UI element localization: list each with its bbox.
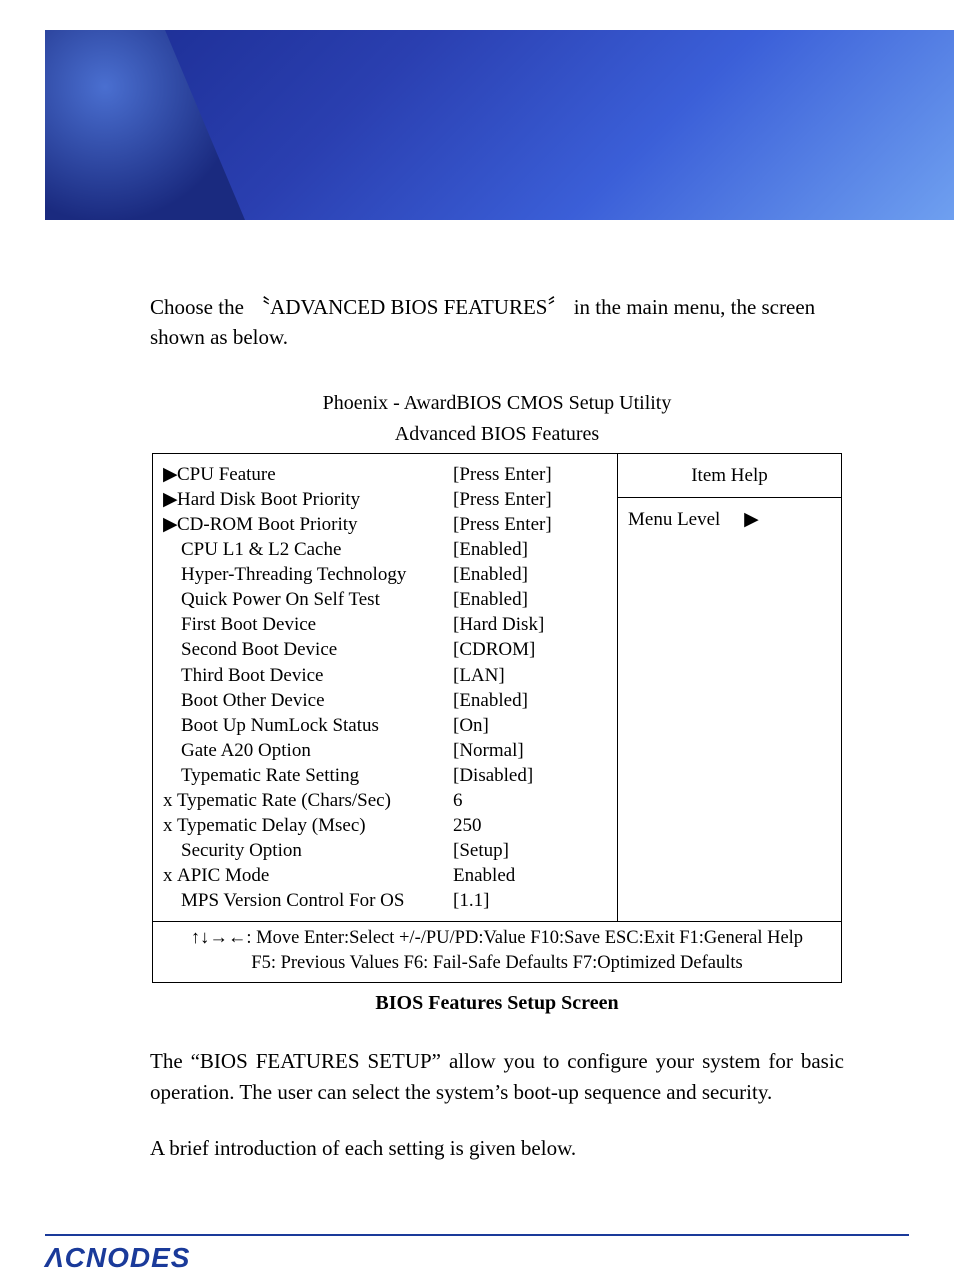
bios-row-value: [Enabled] (453, 688, 613, 713)
bios-row-label: x Typematic Delay (Msec) (163, 813, 443, 838)
setting-label: Boot Other Device (181, 690, 325, 711)
bios-row-value: [On] (453, 713, 613, 738)
setting-label: Third Boot Device (181, 665, 323, 686)
item-help-heading: Item Help (618, 454, 841, 499)
bios-subtitle: Advanced BIOS Features (150, 420, 844, 449)
setting-label: CPU Feature (177, 464, 276, 485)
setting-label: Gate A20 Option (181, 740, 311, 761)
bios-row-value: 6 (453, 788, 613, 813)
item-help-body: Menu Level ▶ (618, 498, 841, 542)
bios-row-label: ▶ CD-ROM Boot Priority (163, 512, 443, 537)
setting-label: CPU L1 & L2 Cache (181, 539, 341, 560)
bios-row-label: x APIC Mode (163, 863, 443, 888)
paragraph-1: The “BIOS FEATURES SETUP” allow you to c… (150, 1046, 844, 1107)
bios-row-value: 250 (453, 813, 613, 838)
bios-row-label: Quick Power On Self Test (163, 587, 443, 612)
bios-title: Phoenix - AwardBIOS CMOS Setup Utility (150, 389, 844, 418)
bios-row-value: [CDROM] (453, 637, 613, 662)
bios-row-label: ▶ Hard Disk Boot Priority (163, 487, 443, 512)
triangle-right-icon: ▶ (163, 487, 177, 512)
bios-footer-line2: F5: Previous Values F6: Fail-Safe Defaul… (161, 951, 833, 976)
bios-row-label: x Typematic Rate (Chars/Sec) (163, 788, 443, 813)
bios-row-value: [Enabled] (453, 562, 613, 587)
setting-label: Typematic Delay (Msec) (177, 815, 366, 836)
bios-row-value: [Hard Disk] (453, 612, 613, 637)
triangle-right-icon: ▶ (163, 512, 177, 537)
bios-row-label: Hyper-Threading Technology (163, 562, 443, 587)
triangle-right-icon: ▶ (744, 509, 759, 530)
header-banner (45, 30, 954, 222)
setting-label: CD-ROM Boot Priority (177, 514, 358, 535)
bios-row-label: Boot Up NumLock Status (163, 713, 443, 738)
bios-row-value: [Enabled] (453, 587, 613, 612)
setting-label: Hard Disk Boot Priority (177, 489, 360, 510)
x-prefix: x (163, 863, 177, 888)
menu-level-label: Menu Level (628, 509, 720, 530)
bios-row-value: [Enabled] (453, 537, 613, 562)
setting-label: Typematic Rate (Chars/Sec) (177, 790, 391, 811)
bios-row-value: [1.1] (453, 888, 613, 913)
bios-row-value: [Setup] (453, 838, 613, 863)
bios-screen: ▶ CPU Feature▶ Hard Disk Boot Priority▶ … (152, 453, 842, 983)
bios-row-value: Enabled (453, 863, 613, 888)
setting-label: MPS Version Control For OS (181, 890, 404, 911)
bios-row-label: ▶ CPU Feature (163, 462, 443, 487)
intro-paragraph: Choose the 〝ADVANCED BIOS FEATURES〞 in t… (150, 292, 844, 353)
bios-row-label: Security Option (163, 838, 443, 863)
bios-row-value: [Disabled] (453, 763, 613, 788)
bios-row-value: [Press Enter] (453, 512, 613, 537)
setting-label: Typematic Rate Setting (181, 765, 359, 786)
page-footer: ΛCNODES (45, 1234, 909, 1274)
bios-row-value: [Normal] (453, 738, 613, 763)
triangle-right-icon: ▶ (163, 462, 177, 487)
setting-label: APIC Mode (177, 865, 269, 886)
bios-footer-line1: ↑↓→←: Move Enter:Select +/-/PU/PD:Value … (161, 926, 833, 951)
banner-art (45, 30, 245, 220)
bios-row-label: Typematic Rate Setting (163, 763, 443, 788)
figure-caption: BIOS Features Setup Screen (150, 989, 844, 1018)
bios-row-value: [Press Enter] (453, 462, 613, 487)
bios-settings-labels: ▶ CPU Feature▶ Hard Disk Boot Priority▶ … (153, 454, 449, 921)
acnodes-logo: ΛCNODES (45, 1242, 190, 1273)
paragraph-2: A brief introduction of each setting is … (150, 1133, 844, 1163)
setting-label: Hyper-Threading Technology (181, 564, 406, 585)
bios-top: ▶ CPU Feature▶ Hard Disk Boot Priority▶ … (153, 454, 841, 921)
setting-label: Quick Power On Self Test (181, 589, 380, 610)
bios-help-panel: Item Help Menu Level ▶ (617, 454, 841, 921)
bios-row-value: [LAN] (453, 663, 613, 688)
bios-footer-keys: ↑↓→←: Move Enter:Select +/-/PU/PD:Value … (153, 921, 841, 982)
setting-label: Boot Up NumLock Status (181, 715, 379, 736)
bios-row-label: First Boot Device (163, 612, 443, 637)
setting-label: Second Boot Device (181, 639, 337, 660)
bios-settings-values: [Press Enter][Press Enter][Press Enter][… (449, 454, 617, 921)
bios-row-label: Second Boot Device (163, 637, 443, 662)
setting-label: First Boot Device (181, 614, 316, 635)
setting-label: Security Option (181, 840, 302, 861)
bios-row-label: Gate A20 Option (163, 738, 443, 763)
x-prefix: x (163, 788, 177, 813)
bios-row-label: MPS Version Control For OS (163, 888, 443, 913)
bios-row-label: CPU L1 & L2 Cache (163, 537, 443, 562)
bios-row-label: Third Boot Device (163, 663, 443, 688)
bios-row-label: Boot Other Device (163, 688, 443, 713)
page-content: Choose the 〝ADVANCED BIOS FEATURES〞 in t… (150, 292, 844, 1164)
bios-row-value: [Press Enter] (453, 487, 613, 512)
x-prefix: x (163, 813, 177, 838)
